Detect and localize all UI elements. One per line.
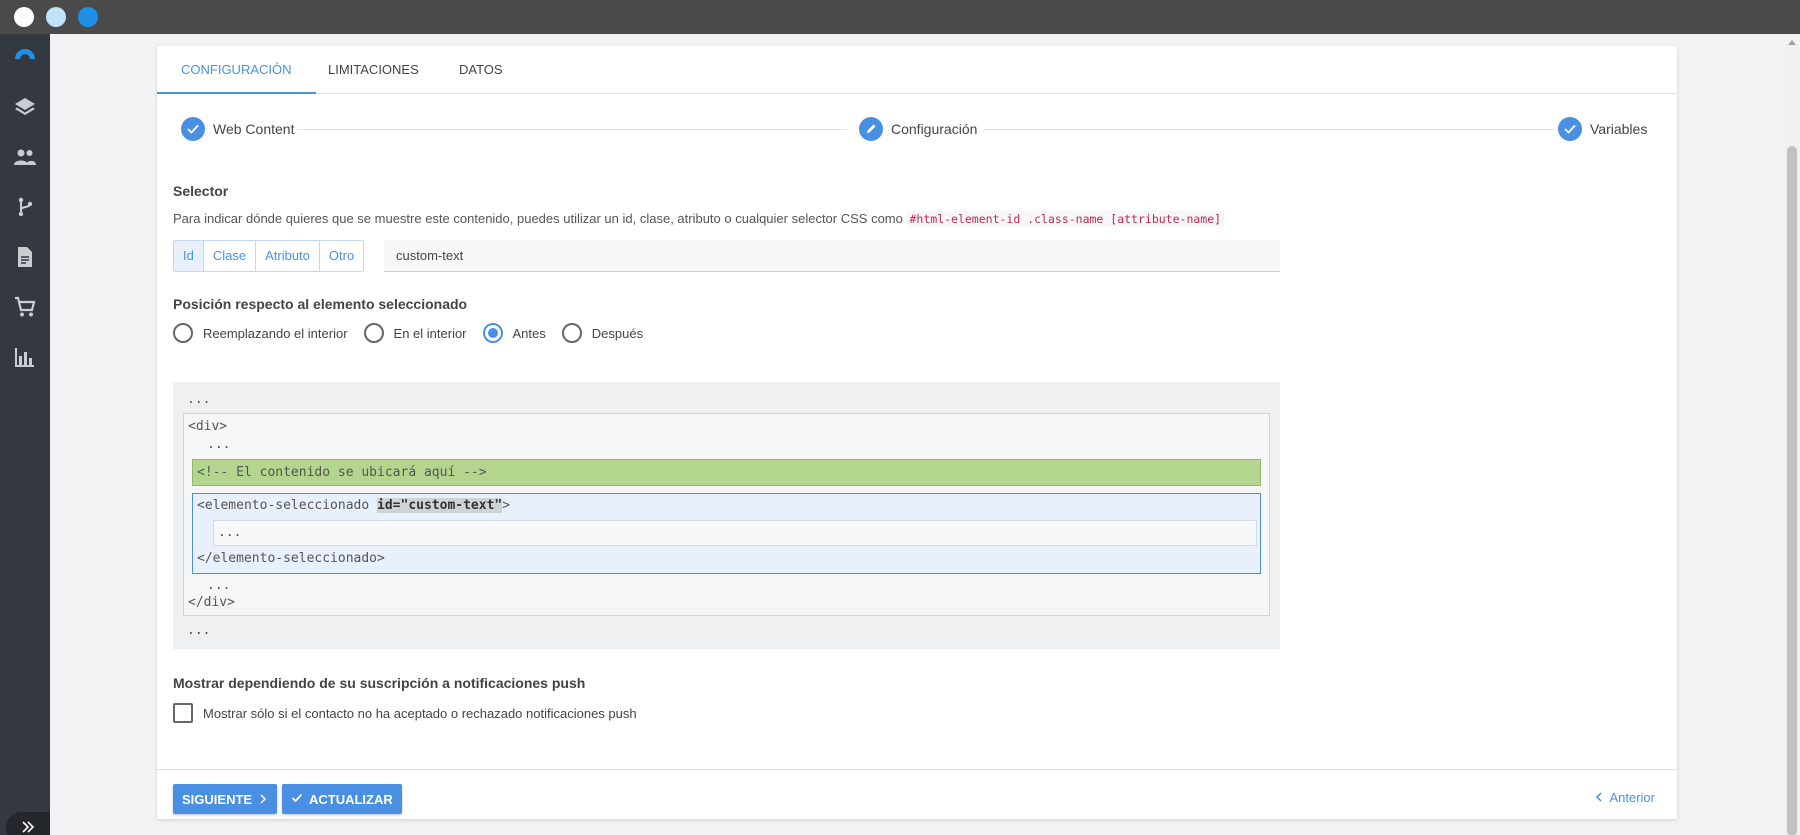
position-option-despues[interactable]: Después [561,323,644,343]
selector-help-text: Para indicar dónde quieres que se muestr… [173,211,903,226]
chevron-left-icon [1595,790,1603,805]
preview-element-inner: ... [213,520,1257,546]
check-icon [291,792,303,807]
preview-ellipsis: ... [207,578,231,593]
check-icon [181,117,205,141]
document-icon[interactable] [12,244,38,270]
branch-icon[interactable] [12,194,38,220]
window-close-dot[interactable] [14,7,34,27]
preview-element-open: <elemento-seleccionado id="custom-text"> [197,498,510,513]
position-preview: ... <div> ... ... </div> <!-- El conteni… [173,382,1280,649]
preview-content-placeholder: <!-- El contenido se ubicará aquí --> [192,459,1261,486]
radio-button[interactable] [173,323,193,343]
check-icon [1558,117,1582,141]
window-minimize-dot[interactable] [46,7,66,27]
selector-title: Selector [173,183,229,199]
radio-button[interactable] [363,323,384,343]
tab-limitaciones[interactable]: LIMITACIONES [304,46,443,94]
preview-selected-element: <elemento-seleccionado id="custom-text">… [192,493,1261,574]
pencil-icon [859,117,883,141]
preview-ellipsis: ... [187,392,211,407]
radio-button[interactable] [561,323,582,343]
stepper-line [297,129,847,130]
update-button-label: ACTUALIZAR [309,791,393,807]
bar-chart-icon[interactable] [12,344,38,370]
left-navigation [0,34,50,835]
selector-type-otro[interactable]: Otro [319,241,364,271]
step-variables[interactable]: Variables [1558,117,1647,141]
preview-div-close: </div> [188,595,235,610]
preview-ellipsis: ... [207,437,231,452]
scrollbar-thumb[interactable] [1787,146,1797,835]
radio-label: Después [591,325,644,341]
selector-type-atributo[interactable]: Atributo [256,241,320,271]
next-button-label: SIGUIENTE [182,791,253,807]
step-web-content[interactable]: Web Content [181,117,294,141]
selector-help-code: #html-element-id .class-name [attribute-… [906,211,1225,227]
preview-element-open-end: > [502,498,511,513]
preview-ellipsis: ... [187,623,211,638]
push-title: Mostrar dependiendo de su suscripción a … [173,675,586,691]
preview-element-attr: id="custom-text" [377,498,503,513]
selector-help: Para indicar dónde quieres que se muestr… [173,211,1225,227]
position-title: Posición respecto al elemento selecciona… [173,296,468,312]
step-label: Configuración [891,121,978,137]
tab-configuracion[interactable]: CONFIGURACIÓN [157,46,316,94]
users-icon[interactable] [12,144,38,170]
radio-label: Reemplazando el interior [203,325,348,341]
scroll-up-icon[interactable] [1788,40,1796,45]
position-option-antes[interactable]: Antes [482,323,546,343]
radio-button-selected[interactable] [482,323,503,343]
push-checkbox-row[interactable]: Mostrar sólo si el contacto no ha acepta… [173,703,637,723]
selector-input[interactable] [384,240,1280,272]
page-scrollbar[interactable] [1784,34,1800,835]
radio-label: En el interior [393,325,467,341]
step-label: Web Content [213,121,295,137]
preview-div-open: <div> [188,419,228,434]
preview-ellipsis: ... [218,525,242,540]
preview-element-open-start: <elemento-seleccionado [197,498,378,513]
expand-sidebar-button[interactable] [6,812,50,835]
step-label: Variables [1590,121,1648,137]
window-maximize-dot[interactable] [78,7,98,27]
layers-icon[interactable] [12,94,38,120]
push-checkbox-label: Mostrar sólo si el contacto no ha acepta… [203,705,637,721]
content-card: CONFIGURACIÓN LIMITACIONES DATOS Web Con… [157,46,1677,819]
selector-type-id[interactable]: Id [174,241,204,271]
brand-logo-icon[interactable] [12,42,38,68]
position-radio-group: Reemplazando el interior En el interior … [173,323,659,343]
selector-type-group: Id Clase Atributo Otro [173,240,365,272]
preview-element-close: </elemento-seleccionado> [197,551,385,566]
cart-icon[interactable] [12,294,38,320]
stepper-line [984,129,1554,130]
selector-type-clase[interactable]: Clase [203,241,257,271]
back-link[interactable]: Anterior [1595,790,1655,805]
back-link-label: Anterior [1609,790,1655,805]
next-button[interactable]: SIGUIENTE [173,784,278,814]
push-checkbox[interactable] [173,703,193,723]
chevron-right-icon [258,792,268,807]
double-chevron-right-icon [20,819,36,835]
update-button[interactable]: ACTUALIZAR [282,784,402,814]
position-option-interior[interactable]: En el interior [363,323,467,343]
window-titlebar [0,0,1800,34]
radio-label: Antes [512,325,546,341]
tab-datos[interactable]: DATOS [435,46,527,94]
position-option-reemplazando[interactable]: Reemplazando el interior [173,323,348,343]
card-footer: SIGUIENTE ACTUALIZAR Anterior [157,769,1677,819]
tab-bar: CONFIGURACIÓN LIMITACIONES DATOS [157,46,1677,94]
step-configuracion[interactable]: Configuración [859,117,977,141]
